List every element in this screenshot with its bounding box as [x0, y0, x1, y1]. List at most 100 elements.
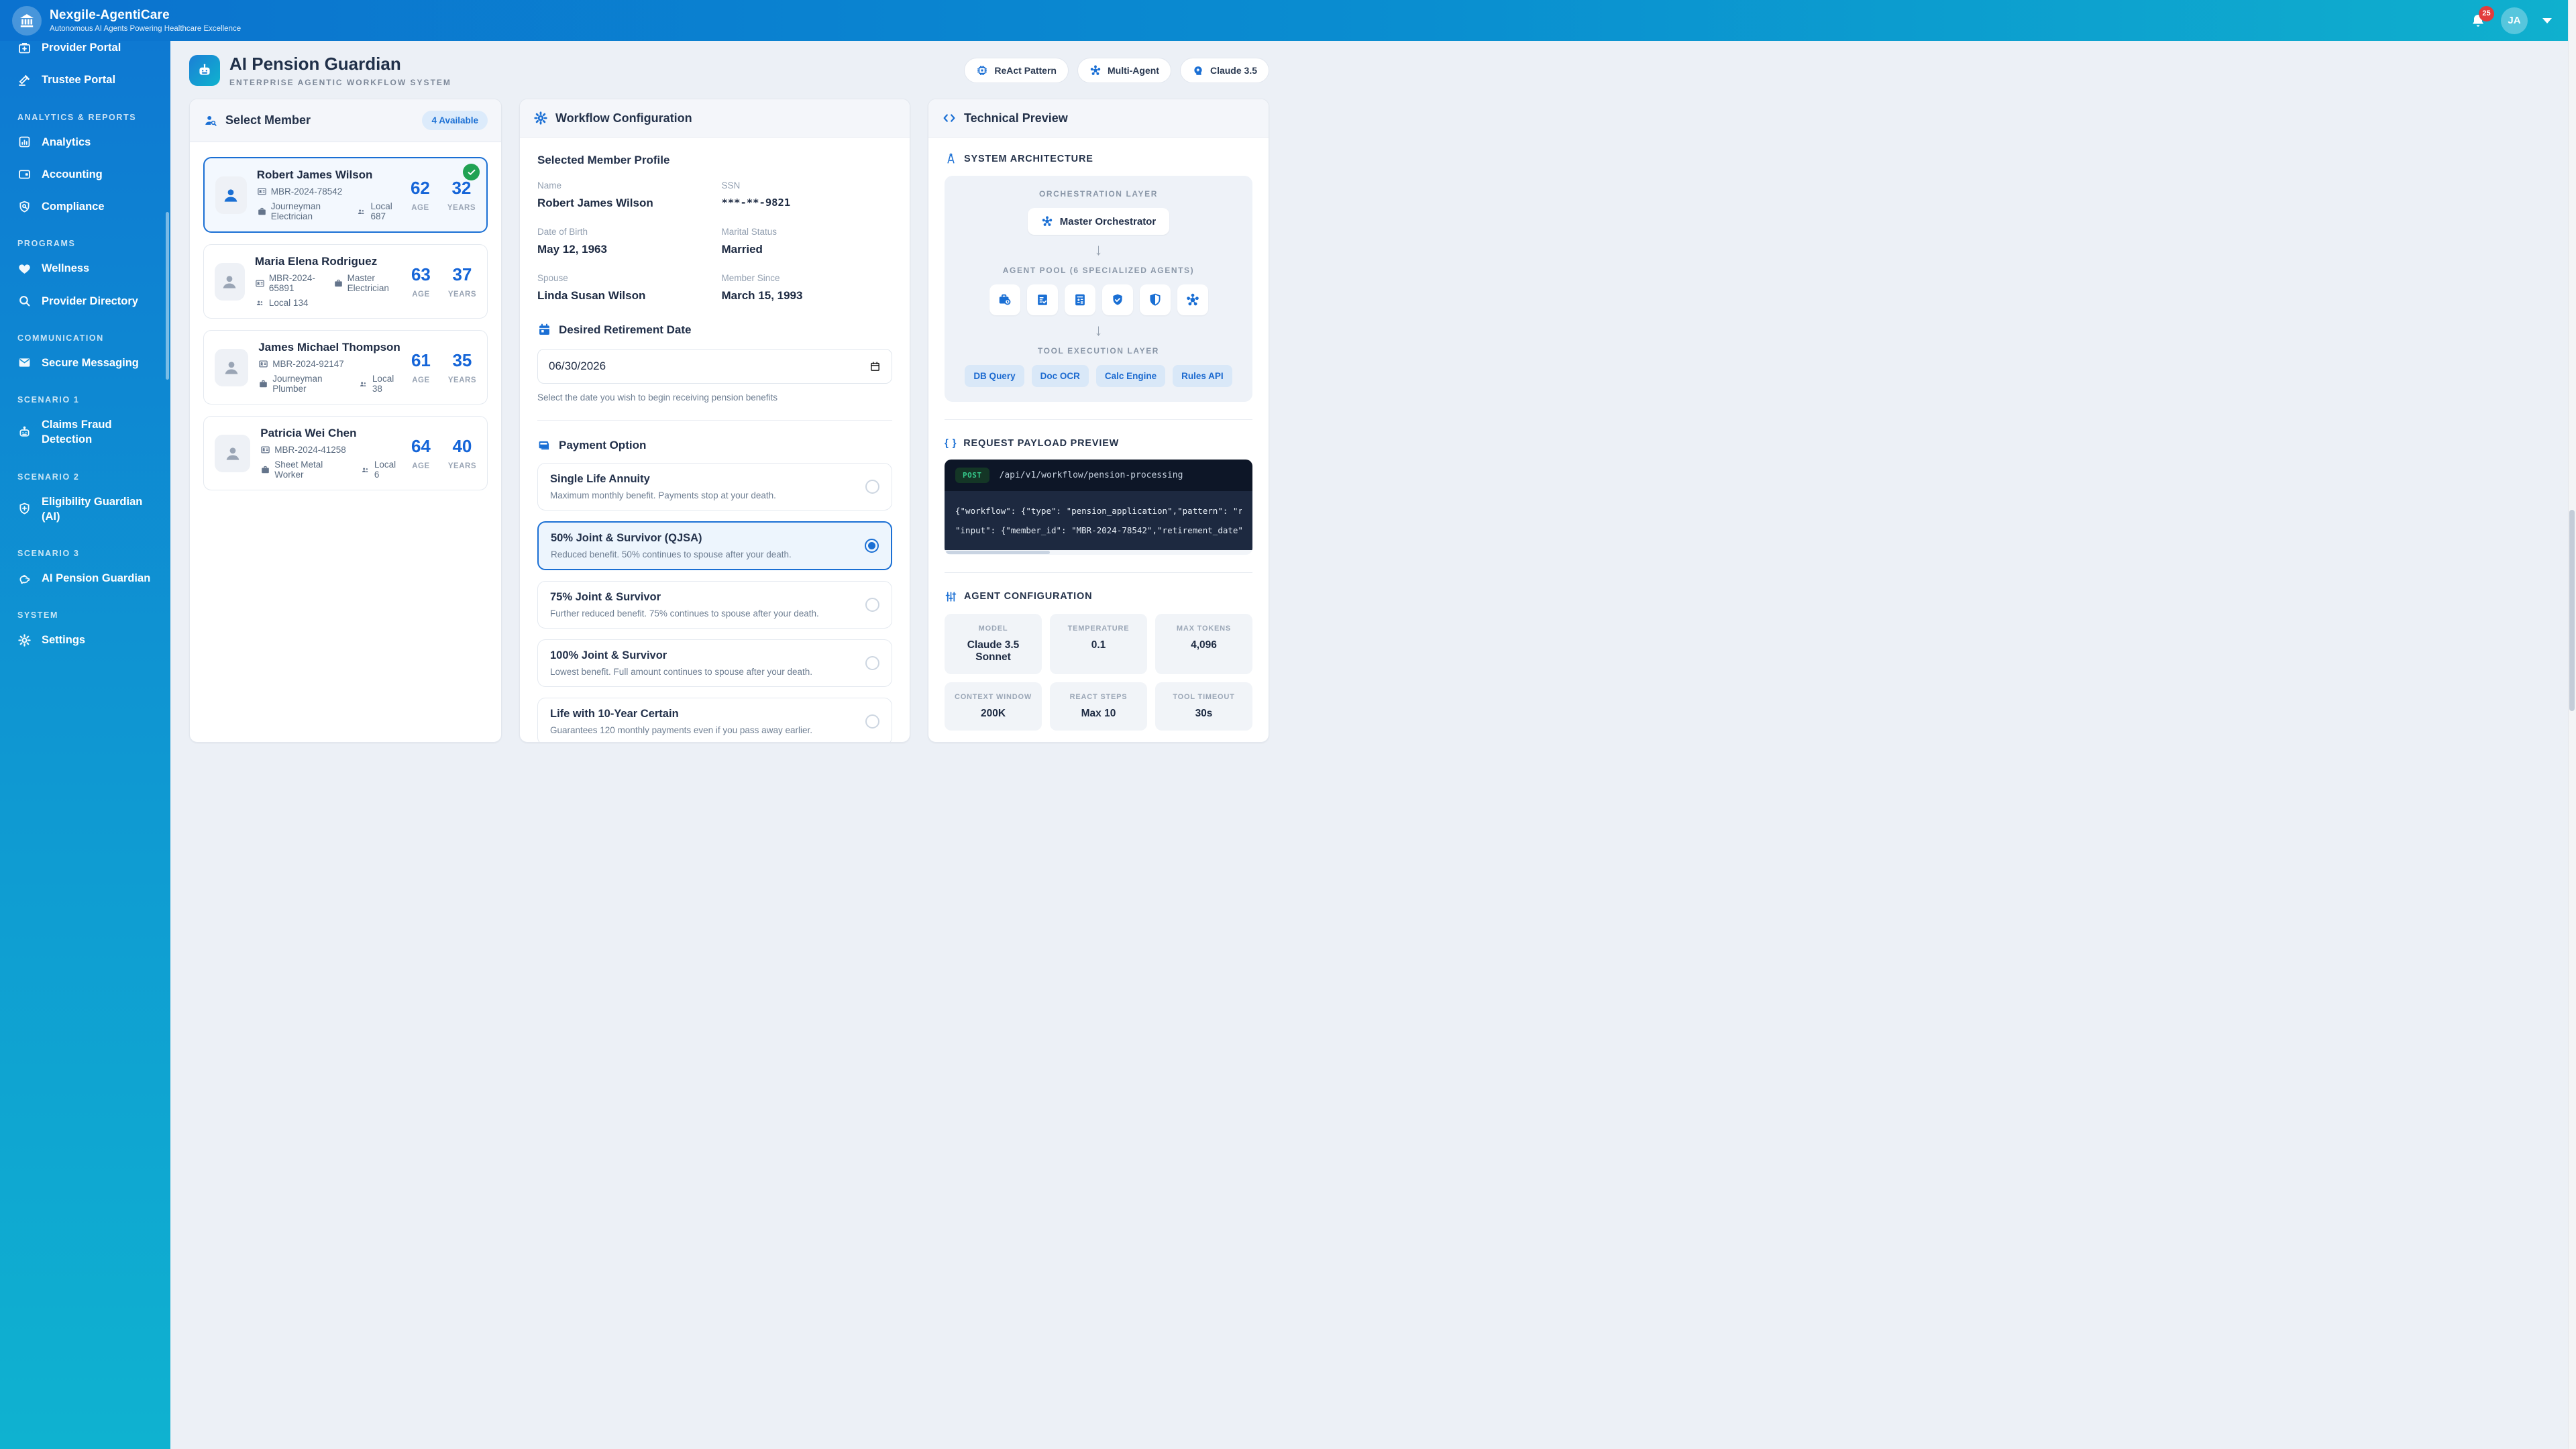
page-scrollbar[interactable] [2568, 0, 2576, 1449]
page-subtitle: ENTERPRISE AGENTIC WORKFLOW SYSTEM [229, 78, 451, 87]
field-label: Spouse [537, 273, 708, 283]
sidebar-scrollbar[interactable] [166, 212, 169, 380]
sidebar-item-ai-pension-guardian[interactable]: AI Pension Guardian [0, 562, 170, 594]
radio-unselected-icon[interactable] [865, 656, 879, 670]
payment-card-icon [537, 438, 551, 452]
architecture-heading: SYSTEM ARCHITECTURE [964, 154, 1093, 164]
member-card-patricia-wei-chen[interactable]: Patricia Wei Chen MBR-2024-41258 Sheet M… [203, 416, 488, 490]
option-description: Further reduced benefit. 75% continues t… [550, 608, 819, 619]
select-member-panel: Select Member 4 Available Robert James W… [189, 99, 502, 743]
config-value: 30s [1159, 708, 1248, 720]
member-card-james-michael-thompson[interactable]: James Michael Thompson MBR-2024-92147 Jo… [203, 330, 488, 405]
wallet-icon [17, 167, 32, 181]
config-card-tool-timeout: TOOL TIMEOUT30s [1155, 682, 1252, 731]
member-local: Local 134 [269, 298, 309, 308]
member-job-title: Journeyman Plumber [272, 374, 347, 394]
option-title: 100% Joint & Survivor [550, 649, 812, 662]
badge-multi-agent[interactable]: Multi-Agent [1077, 58, 1171, 83]
app-logo [12, 6, 42, 36]
people-icon [255, 298, 265, 308]
config-card-react-steps: REACT STEPS Max 10 [1050, 682, 1147, 731]
retirement-date-input[interactable]: 06/30/2026 [537, 349, 892, 384]
sidebar-item-settings[interactable]: Settings [0, 624, 170, 656]
sidebar-item-analytics[interactable]: Analytics [0, 126, 170, 158]
code-horizontal-scrollbar[interactable] [945, 550, 1252, 555]
agent-config-heading: AGENT CONFIGURATION [964, 591, 1092, 602]
chevron-down-icon[interactable] [2542, 18, 2552, 23]
years-label: YEARS [447, 204, 476, 212]
payment-option-100-joint-survivor[interactable]: 100% Joint & Survivor Lowest benefit. Fu… [537, 639, 892, 687]
config-label: MAX TOKENS [1159, 625, 1248, 633]
sidebar-item-trustee-portal[interactable]: Trustee Portal [0, 64, 170, 96]
payment-option-life-10-year-certain[interactable]: Life with 10-Year Certain Guarantees 120… [537, 698, 892, 743]
sidebar-item-wellness[interactable]: Wellness [0, 252, 170, 284]
retirement-date-heading: Desired Retirement Date [559, 323, 691, 337]
config-label: REACT STEPS [1054, 693, 1143, 701]
profile-heading: Selected Member Profile [537, 154, 892, 167]
briefcase-icon [257, 207, 267, 217]
badge-label: ReAct Pattern [994, 65, 1057, 76]
radio-unselected-icon[interactable] [865, 480, 879, 494]
sidebar-item-provider-directory[interactable]: Provider Directory [0, 285, 170, 317]
config-label: CONTEXT WINDOW [949, 693, 1038, 701]
sidebar-item-eligibility-guardian[interactable]: Eligibility Guardian (AI) [0, 486, 154, 533]
sidebar-item-provider-portal[interactable]: Provider Portal [0, 41, 170, 64]
member-card-robert-james-wilson[interactable]: Robert James Wilson MBR-2024-78542 Journ… [203, 157, 488, 233]
sidebar-item-secure-messaging[interactable]: Secure Messaging [0, 347, 170, 379]
sidebar-section-analytics-reports: ANALYTICS & REPORTS [0, 97, 170, 126]
member-avatar [215, 435, 250, 472]
member-job-title: Journeyman Electrician [271, 201, 346, 221]
calendar-icon [537, 323, 551, 337]
member-age: 63 [411, 264, 431, 285]
people-icon [356, 207, 366, 217]
sidebar-item-label: Compliance [42, 199, 105, 214]
page-scrollbar-thumb[interactable] [2569, 510, 2575, 711]
arrow-down-icon: ↓ [954, 241, 1243, 260]
id-card-icon [258, 359, 268, 369]
member-age: 61 [411, 350, 431, 371]
member-id: MBR-2024-65891 [269, 273, 323, 293]
member-card-maria-elena-rodriguez[interactable]: Maria Elena Rodriguez MBR-2024-65891 Mas… [203, 244, 488, 319]
sidebar-item-label: Secure Messaging [42, 356, 139, 370]
payment-option-50-joint-survivor[interactable]: 50% Joint & Survivor (QJSA) Reduced bene… [537, 521, 892, 570]
member-avatar [215, 349, 248, 386]
field-label: Name [537, 180, 708, 191]
sidebar-item-label: AI Pension Guardian [42, 571, 150, 586]
config-value: Max 10 [1054, 708, 1143, 720]
sidebar-item-claims-fraud-detection[interactable]: Claims Fraud Detection [0, 409, 154, 456]
bar-chart-icon [17, 135, 32, 149]
payment-option-single-life-annuity[interactable]: Single Life Annuity Maximum monthly bene… [537, 463, 892, 511]
option-description: Guarantees 120 monthly payments even if … [550, 725, 812, 735]
payment-option-heading: Payment Option [559, 439, 646, 452]
notifications-button[interactable]: 25 [2470, 13, 2486, 29]
badge-react-pattern[interactable]: ReAct Pattern [964, 58, 1069, 83]
payment-option-75-joint-survivor[interactable]: 75% Joint & Survivor Further reduced ben… [537, 581, 892, 629]
member-years: 37 [448, 264, 476, 285]
agent-briefcase-clock-icon [989, 284, 1020, 315]
sidebar-item-accounting[interactable]: Accounting [0, 158, 170, 191]
sidebar-section-scenario-2: SCENARIO 2 [0, 456, 170, 486]
retirement-date-value: 06/30/2026 [549, 360, 606, 373]
sidebar-item-label: Analytics [42, 135, 91, 150]
radio-unselected-icon[interactable] [865, 598, 879, 612]
member-job-title: Sheet Metal Worker [274, 460, 350, 480]
date-picker-icon[interactable] [869, 361, 881, 372]
user-avatar[interactable]: JA [2501, 7, 2528, 34]
page-app-icon [189, 55, 220, 86]
field-label: Member Since [722, 273, 893, 283]
sidebar-section-scenario-3: SCENARIO 3 [0, 533, 170, 562]
radio-selected-icon[interactable] [865, 539, 879, 553]
top-bar: Nexgile-AgentiCare Autonomous AI Agents … [0, 0, 2576, 41]
member-job-title: Master Electrician [347, 273, 401, 293]
badge-claude-35[interactable]: Claude 3.5 [1180, 58, 1269, 83]
config-value: Claude 3.5 Sonnet [949, 639, 1038, 663]
sidebar-item-label: Accounting [42, 167, 103, 182]
bank-icon [19, 13, 35, 29]
people-icon [358, 379, 368, 389]
sidebar-item-compliance[interactable]: Compliance [0, 191, 170, 223]
envelope-icon [17, 356, 32, 370]
sidebar-section-system: SYSTEM [0, 594, 170, 624]
sidebar-section-programs: PROGRAMS [0, 223, 170, 252]
radio-unselected-icon[interactable] [865, 714, 879, 729]
sliders-icon [945, 590, 957, 603]
